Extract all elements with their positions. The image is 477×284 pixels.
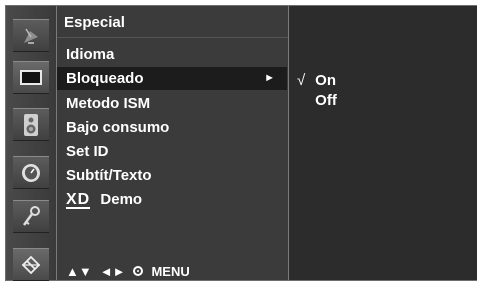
clock-icon xyxy=(19,162,43,184)
menu-item-bloqueado[interactable]: Bloqueado ► xyxy=(57,67,287,90)
menu-item-label: Demo xyxy=(100,191,143,208)
menu-item-idioma[interactable]: Idioma xyxy=(57,43,287,66)
menu-item-bajo-consumo[interactable]: Bajo consumo xyxy=(57,116,287,139)
osd-menu-window: Especial Idioma Bloqueado ► Metodo ISM B… xyxy=(5,5,477,281)
menu-item-metodo-ism[interactable]: Metodo ISM xyxy=(57,92,287,115)
menu-item-label: Subtít/Texto xyxy=(66,167,152,184)
menu-item-xd-demo[interactable]: XD Demo xyxy=(57,188,287,211)
time-category-button[interactable] xyxy=(13,156,49,189)
left-right-arrows-icon: ◄► xyxy=(99,263,126,279)
sound-category-button[interactable] xyxy=(13,108,49,141)
special-tools-icon xyxy=(19,253,43,277)
picture-icon xyxy=(19,68,43,88)
xd-logo: XD xyxy=(66,191,91,209)
lock-category-button[interactable] xyxy=(13,200,49,233)
satellite-dish-icon xyxy=(20,25,42,47)
menu-divider xyxy=(57,37,288,38)
ok-button-icon xyxy=(133,266,144,276)
submenu-arrow-icon: ► xyxy=(264,72,275,84)
key-lock-icon xyxy=(20,205,42,229)
checkmark-icon: √ xyxy=(297,72,306,89)
up-down-arrows-icon: ▲▼ xyxy=(66,263,92,279)
lock-submenu: √ On Off xyxy=(289,6,477,280)
option-on[interactable]: √ On xyxy=(297,71,336,91)
menu-title: Especial xyxy=(64,14,125,31)
option-label: On xyxy=(315,72,337,89)
menu-item-subtit-texto[interactable]: Subtít/Texto xyxy=(57,164,287,187)
menu-item-label: Set ID xyxy=(66,143,109,160)
option-label: Off xyxy=(315,92,337,109)
special-category-button[interactable] xyxy=(13,248,49,281)
menu-item-set-id[interactable]: Set ID xyxy=(57,140,287,163)
menu-item-label: Bajo consumo xyxy=(66,119,170,136)
special-menu: Especial Idioma Bloqueado ► Metodo ISM B… xyxy=(57,6,289,280)
menu-item-label: Metodo ISM xyxy=(66,95,151,112)
speaker-icon xyxy=(22,113,40,137)
option-off[interactable]: Off xyxy=(297,91,337,111)
navigation-hint-bar: ▲▼ ◄► MENU xyxy=(66,262,190,280)
menu-hint-label: MENU xyxy=(151,263,190,279)
menu-item-label: Idioma xyxy=(66,46,115,63)
category-rail xyxy=(6,6,57,281)
picture-category-button[interactable] xyxy=(13,61,49,94)
menu-item-label: Bloqueado xyxy=(66,70,144,87)
channel-category-button[interactable] xyxy=(13,19,49,52)
